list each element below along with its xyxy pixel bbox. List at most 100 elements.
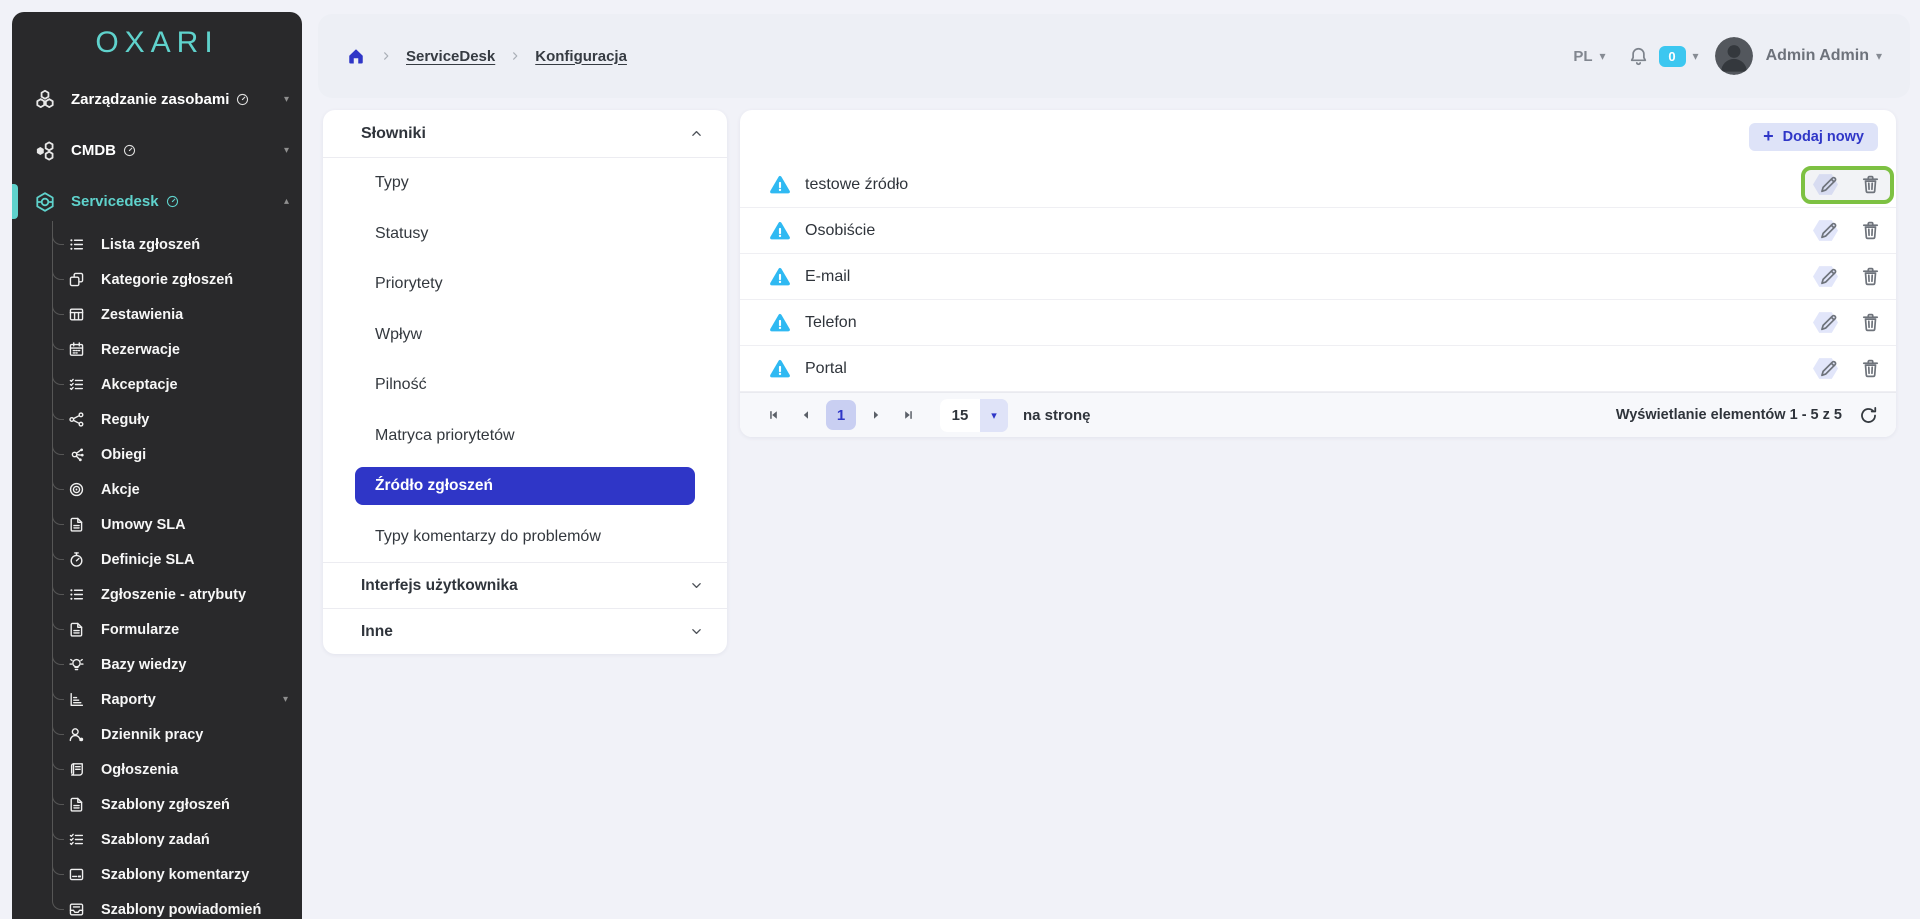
delete-button[interactable] xyxy=(1858,219,1882,243)
gauge-icon xyxy=(123,144,136,157)
sidebar-item-label: Zestawienia xyxy=(101,307,183,323)
config-item-priorytety[interactable]: Priorytety xyxy=(323,259,727,310)
dictionary-items: Typy StatusyPriorytetyWpływPilność Matryca… xyxy=(323,158,727,562)
section-slowniki[interactable]: Słowniki xyxy=(323,110,727,158)
sidebar-item-zarządzanie-zasobami[interactable]: Zarządzanie zasobami▾ xyxy=(12,74,302,125)
config-item-label: Typy xyxy=(375,174,409,192)
sidebar-item-rezerwacje[interactable]: Rezerwacje xyxy=(12,332,302,367)
sidebar-item-umowy-sla[interactable]: Umowy SLA xyxy=(12,507,302,542)
config-item-statusy[interactable]: Statusy xyxy=(323,209,727,260)
chevron-down-icon: ▾ xyxy=(284,94,289,105)
hexagons-icon xyxy=(34,89,56,111)
section-inne[interactable]: Inne xyxy=(323,608,727,654)
comment-icon xyxy=(68,866,85,883)
sidebar-item-raporty[interactable]: Raporty▾ xyxy=(12,682,302,717)
edit-button[interactable] xyxy=(1816,357,1840,381)
config-item-wpływ[interactable]: Wpływ xyxy=(323,310,727,361)
sidebar-item-obiegi[interactable]: Obiegi xyxy=(12,437,302,472)
sidebar-item-label: Ogłoszenia xyxy=(101,762,178,778)
headset-icon xyxy=(34,191,56,213)
delete-button[interactable] xyxy=(1858,357,1882,381)
delete-button[interactable] xyxy=(1858,311,1882,335)
edit-button[interactable] xyxy=(1816,219,1840,243)
first-page-button[interactable] xyxy=(766,407,782,423)
next-page-button[interactable] xyxy=(868,407,884,423)
config-item-pilność[interactable]: Pilność xyxy=(323,360,727,411)
source-label: E-mail xyxy=(805,268,850,286)
sidebar-item-label: Lista zgłoszeń xyxy=(101,237,200,253)
sidebar-item-definicje-sla[interactable]: Definicje SLA xyxy=(12,542,302,577)
config-item-typy-komentarzy-do-problemów[interactable]: Typy komentarzy do problemów xyxy=(323,512,727,563)
chevron-right-icon xyxy=(380,50,392,62)
delete-button[interactable] xyxy=(1858,265,1882,289)
breadcrumb-link-konfiguracja[interactable]: Konfiguracja xyxy=(535,48,627,65)
home-icon[interactable] xyxy=(346,46,366,66)
bell-icon[interactable] xyxy=(1628,46,1649,67)
sidebar-item-servicedesk[interactable]: Servicedesk▴ xyxy=(12,176,302,227)
person-icon xyxy=(68,726,85,743)
current-page[interactable]: 1 xyxy=(826,400,856,430)
sidebar-item-szablony-powiadomień[interactable]: Szablony powiadomień xyxy=(12,892,302,919)
edit-button[interactable] xyxy=(1816,173,1840,197)
page-size-select[interactable]: 15 ▾ xyxy=(940,399,1008,432)
sidebar-item-reguły[interactable]: Reguły xyxy=(12,402,302,437)
sidebar-item-bazy-wiedzy[interactable]: Bazy wiedzy xyxy=(12,647,302,682)
row-actions xyxy=(1816,254,1882,299)
pencil-icon xyxy=(1818,312,1839,333)
edit-button[interactable] xyxy=(1816,265,1840,289)
pencil-icon xyxy=(1818,220,1839,241)
breadcrumb-link-servicedesk[interactable]: ServiceDesk xyxy=(406,48,495,65)
source-row-testowe-źródło: testowe źródło xyxy=(740,162,1896,208)
table-icon xyxy=(68,306,85,323)
sidebar-item-szablony-zadań[interactable]: Szablony zadań xyxy=(12,822,302,857)
source-row-osobiście: Osobiście xyxy=(740,208,1896,254)
chevron-down-icon: ▾ xyxy=(1693,49,1699,63)
sidebar-item-cmdb[interactable]: CMDB▾ xyxy=(12,125,302,176)
trash-icon xyxy=(1860,358,1881,379)
sidebar-item-akceptacje[interactable]: Akceptacje xyxy=(12,367,302,402)
row-actions xyxy=(1816,208,1882,253)
row-actions xyxy=(1816,346,1882,391)
config-item-label: Matryca priorytetów xyxy=(375,427,515,445)
row-actions xyxy=(1816,300,1882,345)
last-page-button[interactable] xyxy=(900,407,916,423)
sidebar-item-kategorie-zgłoszeń[interactable]: Kategorie zgłoszeń xyxy=(12,262,302,297)
sidebar-item-lista-zgłoszeń[interactable]: Lista zgłoszeń xyxy=(12,227,302,262)
delete-button[interactable] xyxy=(1858,173,1882,197)
sidebar-item-label: Umowy SLA xyxy=(101,517,186,533)
language-selector[interactable]: PL xyxy=(1573,48,1592,65)
section-interfejs-uzytkownika[interactable]: Interfejs użytkownika xyxy=(323,562,727,608)
checklist-icon xyxy=(68,376,85,393)
sidebar-item-ogłoszenia[interactable]: Ogłoszenia xyxy=(12,752,302,787)
sidebar-item-szablony-zgłoszeń[interactable]: Szablony zgłoszeń xyxy=(12,787,302,822)
sidebar-item-label: Szablony zgłoszeń xyxy=(101,797,230,813)
user-menu[interactable]: Admin Admin xyxy=(1766,47,1869,65)
chevron-right-icon xyxy=(509,50,521,62)
sidebar-item-label: Raporty xyxy=(101,692,156,708)
sidebar-item-szablony-komentarzy[interactable]: Szablony komentarzy xyxy=(12,857,302,892)
sidebar-servicedesk-submenu: Lista zgłoszeń Kategorie zgłoszeń Zestawie… xyxy=(12,227,302,919)
sidebar-item-formularze[interactable]: Formularze xyxy=(12,612,302,647)
source-row-e-mail: E-mail xyxy=(740,254,1896,300)
sidebar-item-label: Bazy wiedzy xyxy=(101,657,186,673)
config-item-źródło-zgłoszeń[interactable]: Źródło zgłoszeń xyxy=(323,461,727,512)
add-new-button[interactable]: + Dodaj nowy xyxy=(1749,123,1878,151)
sidebar-item-akcje[interactable]: Akcje xyxy=(12,472,302,507)
workflow-icon xyxy=(68,446,85,463)
document-icon xyxy=(68,621,85,638)
avatar[interactable] xyxy=(1715,37,1753,75)
sidebar-item-dziennik-pracy[interactable]: Dziennik pracy xyxy=(12,717,302,752)
copy-icon xyxy=(68,271,85,288)
sidebar-item-label: Dziennik pracy xyxy=(101,727,203,743)
sidebar-item-zestawienia[interactable]: Zestawienia xyxy=(12,297,302,332)
previous-page-button[interactable] xyxy=(798,407,814,423)
notification-badge[interactable]: 0 xyxy=(1659,46,1686,67)
config-item-typy[interactable]: Typy xyxy=(323,158,727,209)
edit-button[interactable] xyxy=(1816,311,1840,335)
config-item-matryca-priorytetów[interactable]: Matryca priorytetów xyxy=(323,411,727,462)
row-actions xyxy=(1816,162,1882,207)
sidebar-item-zgłoszenie-atrybuty[interactable]: Zgłoszenie - atrybuty xyxy=(12,577,302,612)
refresh-icon[interactable] xyxy=(1859,406,1878,425)
source-row-telefon: Telefon xyxy=(740,300,1896,346)
trash-icon xyxy=(1860,266,1881,287)
